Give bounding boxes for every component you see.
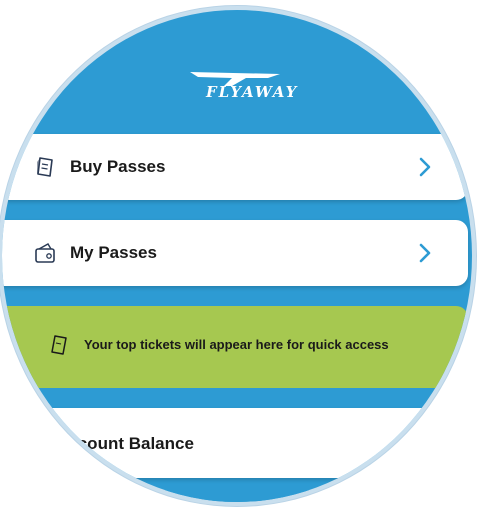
quick-access-panel: Your top tickets will appear here for qu… <box>2 306 468 388</box>
account-balance-label: Account Balance <box>56 434 194 453</box>
ticket-icon <box>37 157 53 177</box>
bottom-background-strip <box>2 490 472 502</box>
account-balance-card[interactable]: Account Balance <box>2 408 468 478</box>
quick-access-message: Your top tickets will appear here for qu… <box>84 337 389 352</box>
chevron-right-icon <box>419 157 431 177</box>
buy-passes-button[interactable]: Buy Passes <box>2 134 468 200</box>
wallet-icon <box>35 243 55 263</box>
ticket-outline-icon <box>51 335 67 355</box>
app-screen-frame: FLYAWAY Buy Passes My Passes Your top ti <box>0 6 476 506</box>
logo-text: FLYAWAY <box>206 83 299 101</box>
chevron-right-icon <box>419 243 431 263</box>
buy-passes-label: Buy Passes <box>70 157 166 176</box>
my-passes-label: My Passes <box>70 243 157 262</box>
my-passes-button[interactable]: My Passes <box>2 220 468 286</box>
flyaway-logo: FLYAWAY <box>188 66 298 114</box>
